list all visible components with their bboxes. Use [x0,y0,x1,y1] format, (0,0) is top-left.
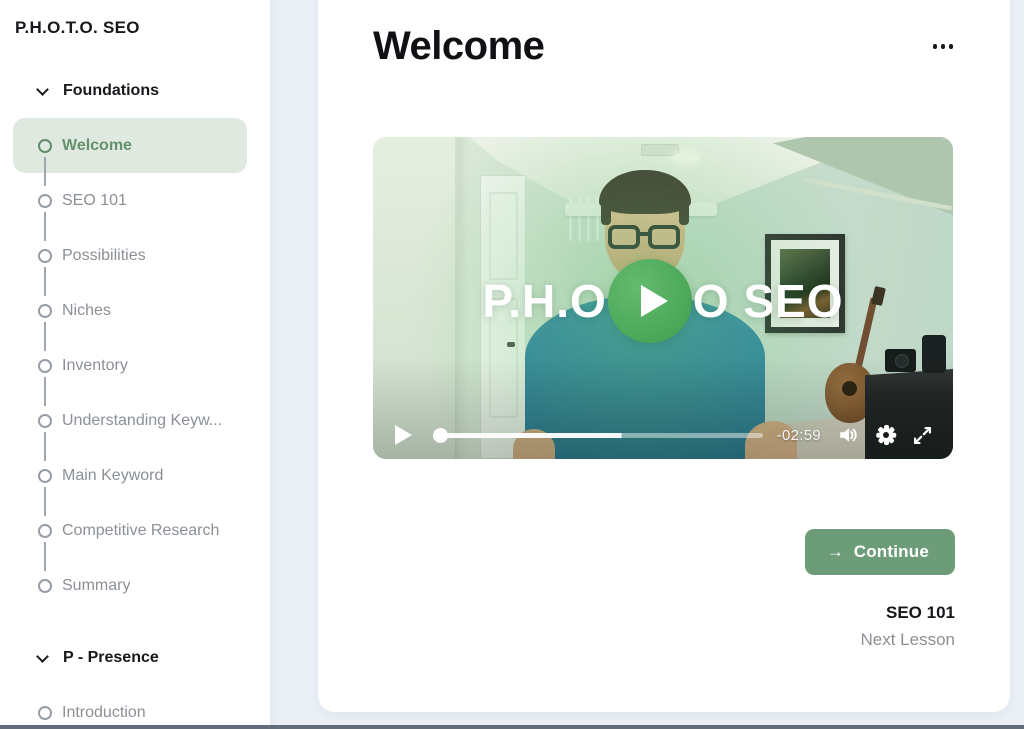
section-label: Foundations [63,82,159,99]
sidebar-item-inventory[interactable]: Inventory [0,338,270,406]
sidebar-item-main-keyword[interactable]: Main Keyword [0,448,270,516]
page-title: Welcome [373,24,545,68]
time-remaining: -02:59 [776,426,821,444]
sidebar-item-introduction[interactable]: Introduction [0,685,270,725]
sidebar-item-seo-101[interactable]: SEO 101 [0,173,270,241]
arrow-right-icon: → [826,542,844,561]
section-label: P - Presence [63,649,159,666]
play-icon[interactable] [395,425,412,445]
play-button[interactable] [607,259,692,343]
section-p-presence[interactable]: P - Presence [36,649,270,667]
next-lesson-block: SEO 101 Next Lesson [373,603,956,650]
continue-row: → Continue [373,529,955,575]
lesson-status-icon [38,705,52,720]
lesson-status-icon [38,413,52,428]
course-title: P.H.O.T.O. SEO [15,18,140,37]
next-lesson-title: SEO 101 [886,603,955,622]
scrubber-handle[interactable] [433,427,448,443]
brand-text-right: O SEO [692,275,844,327]
lesson-header: Welcome [373,0,955,69]
lesson-status-icon [38,138,52,153]
lesson-status-icon [38,193,52,208]
video-player[interactable]: P.H.O O SEO -02:59 [373,137,953,459]
sidebar-item-possibilities[interactable]: Possibilities [0,228,270,296]
lesson-status-icon [38,303,52,318]
sidebar-item-competitive-research[interactable]: Competitive Research [0,503,270,571]
window-bottom-edge [0,725,1024,729]
settings-gear-icon[interactable] [876,425,897,445]
chevron-down-icon [36,649,49,663]
kebab-menu-icon[interactable] [931,36,956,57]
lesson-card: Welcome P.H.O O SEO -02:59 → Continue SE… [318,0,1010,712]
sidebar-item-welcome[interactable]: Welcome [13,118,247,186]
lesson-status-icon [38,468,52,483]
video-title-overlay: P.H.O O SEO [373,259,953,343]
sidebar-item-understanding-keywords[interactable]: Understanding Keyw... [0,393,270,461]
lesson-status-icon [38,578,52,593]
brand-text-left: P.H.O [482,275,607,327]
section-foundations[interactable]: Foundations [36,82,270,100]
sidebar-item-summary[interactable]: Summary [0,558,270,613]
fullscreen-icon[interactable] [912,425,933,446]
progress-bar[interactable] [433,427,763,443]
volume-icon[interactable] [837,424,860,446]
lesson-list-foundations: Welcome SEO 101 Possibilities Niches Inv… [0,118,270,613]
continue-button[interactable]: → Continue [804,529,955,575]
lesson-list-p-presence: Introduction [0,685,270,725]
lesson-status-icon [38,248,52,263]
lesson-status-icon [38,358,52,373]
next-lesson-subtitle: Next Lesson [860,630,956,649]
lesson-status-icon [38,523,52,538]
sidebar-item-niches[interactable]: Niches [0,283,270,351]
video-controls: -02:59 [395,424,933,446]
chevron-down-icon [36,82,49,96]
course-sidebar: P.H.O.T.O. SEO Foundations Welcome SEO 1… [0,0,270,725]
